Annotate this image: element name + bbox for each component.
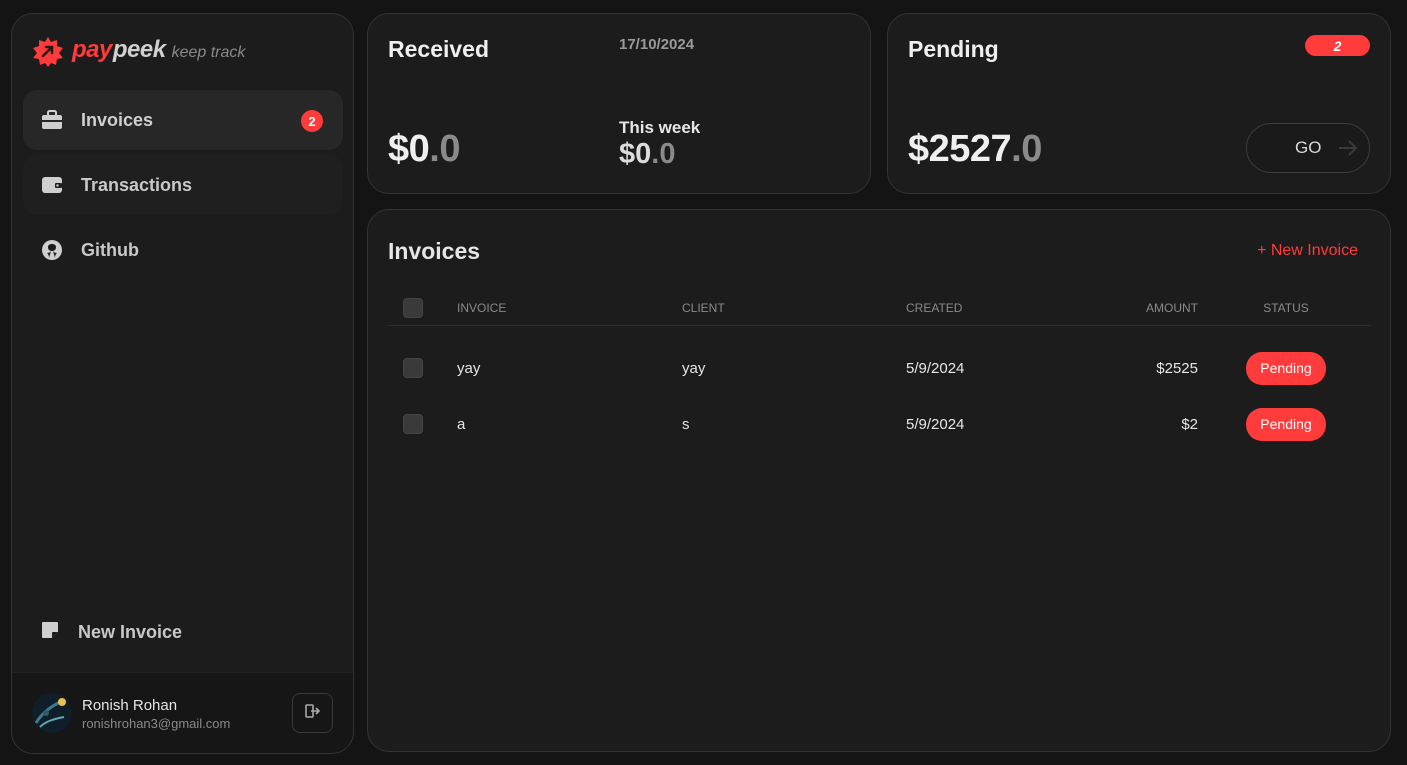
column-amount: AMOUNT xyxy=(1146,300,1198,315)
invoice-amount: $2 xyxy=(1181,415,1198,433)
new-invoice-label: New Invoice xyxy=(78,622,183,642)
column-invoice: INVOICE xyxy=(457,300,507,315)
invoice-name: yay xyxy=(457,359,481,377)
received-amount-int: $0 xyxy=(388,128,430,170)
received-amount: $0.0 xyxy=(388,128,460,171)
arrow-right-icon xyxy=(1337,137,1359,164)
status-badge[interactable]: Pending xyxy=(1246,351,1326,385)
sidebar: pay peek keep track Invoices 2 Transacti… xyxy=(11,13,354,754)
sidebar-item-invoices[interactable]: Invoices 2 xyxy=(23,90,343,150)
week-amount-dec: .0 xyxy=(651,138,676,170)
pending-amount-int: $2527 xyxy=(908,128,1012,170)
status-badge[interactable]: Pending xyxy=(1246,407,1326,441)
briefcase-icon xyxy=(41,109,63,131)
pending-title: Pending xyxy=(908,36,999,62)
invoice-client: yay xyxy=(682,359,706,377)
select-all-checkbox-cell xyxy=(403,290,423,325)
invoice-amount: $2525 xyxy=(1156,359,1198,377)
received-date: 17/10/2024 xyxy=(619,36,695,53)
column-created: CREATED xyxy=(906,300,963,315)
table-header: INVOICE CLIENT CREATED AMOUNT STATUS xyxy=(388,290,1371,326)
user-name: Ronish Rohan xyxy=(82,697,178,714)
note-icon xyxy=(40,620,60,645)
invoice-client: s xyxy=(682,415,690,433)
new-invoice-link[interactable]: + New Invoice xyxy=(1257,242,1358,260)
pending-count-badge: 2 xyxy=(1305,35,1370,56)
sidebar-new-invoice[interactable]: New Invoice xyxy=(40,620,182,645)
received-title: Received xyxy=(388,36,490,62)
logout-icon xyxy=(304,703,321,724)
this-week-amount: $0.0 xyxy=(619,138,675,171)
brand-peek: peek xyxy=(112,36,166,63)
brand-logo[interactable]: pay peek keep track xyxy=(32,36,245,68)
table-row[interactable]: yay yay 5/9/2024 $2525 Pending xyxy=(388,340,1371,396)
paypeek-logo-icon xyxy=(33,37,63,67)
brand-pay: pay xyxy=(72,36,112,63)
sidebar-item-label: Github xyxy=(81,239,139,260)
user-email: ronishrohan3@gmail.com xyxy=(82,716,231,731)
sidebar-item-github[interactable]: Github xyxy=(23,220,343,280)
user-profile: Ronish Rohan ronishrohan3@gmail.com xyxy=(12,672,353,753)
pending-amount: $2527.0 xyxy=(908,128,1042,171)
row-checkbox[interactable] xyxy=(403,358,423,378)
logout-button[interactable] xyxy=(292,693,333,733)
invoice-name: a xyxy=(457,415,466,433)
sidebar-item-transactions[interactable]: Transactions xyxy=(23,155,343,215)
pending-card: Pending 2 $2527.0 GO xyxy=(887,13,1391,194)
received-amount-dec: .0 xyxy=(429,128,460,170)
week-amount-int: $0 xyxy=(619,138,652,170)
sidebar-item-label: Invoices xyxy=(81,109,154,130)
avatar[interactable] xyxy=(32,693,72,733)
pending-amount-dec: .0 xyxy=(1011,128,1042,170)
github-icon xyxy=(41,239,63,261)
wallet-icon xyxy=(41,174,63,196)
table-row[interactable]: a s 5/9/2024 $2 Pending xyxy=(388,396,1371,452)
brand-tagline: keep track xyxy=(171,44,246,61)
row-checkbox[interactable] xyxy=(403,414,423,434)
invoices-panel: Invoices + New Invoice INVOICE CLIENT CR… xyxy=(367,209,1391,752)
invoice-created: 5/9/2024 xyxy=(906,359,965,377)
invoice-count-badge: 2 xyxy=(301,110,323,132)
column-status: STATUS xyxy=(1263,300,1309,315)
sidebar-item-label: Transactions xyxy=(81,174,193,195)
select-all-checkbox[interactable] xyxy=(403,297,423,318)
invoice-created: 5/9/2024 xyxy=(906,415,965,433)
this-week-label: This week xyxy=(619,118,701,137)
column-client: CLIENT xyxy=(682,300,725,315)
invoice-table: INVOICE CLIENT CREATED AMOUNT STATUS yay… xyxy=(388,290,1371,452)
invoices-title: Invoices xyxy=(388,238,481,264)
received-card: Received 17/10/2024 $0.0 This week $0.0 xyxy=(367,13,871,194)
go-label: GO xyxy=(1295,138,1322,157)
go-button[interactable]: GO xyxy=(1246,123,1370,173)
